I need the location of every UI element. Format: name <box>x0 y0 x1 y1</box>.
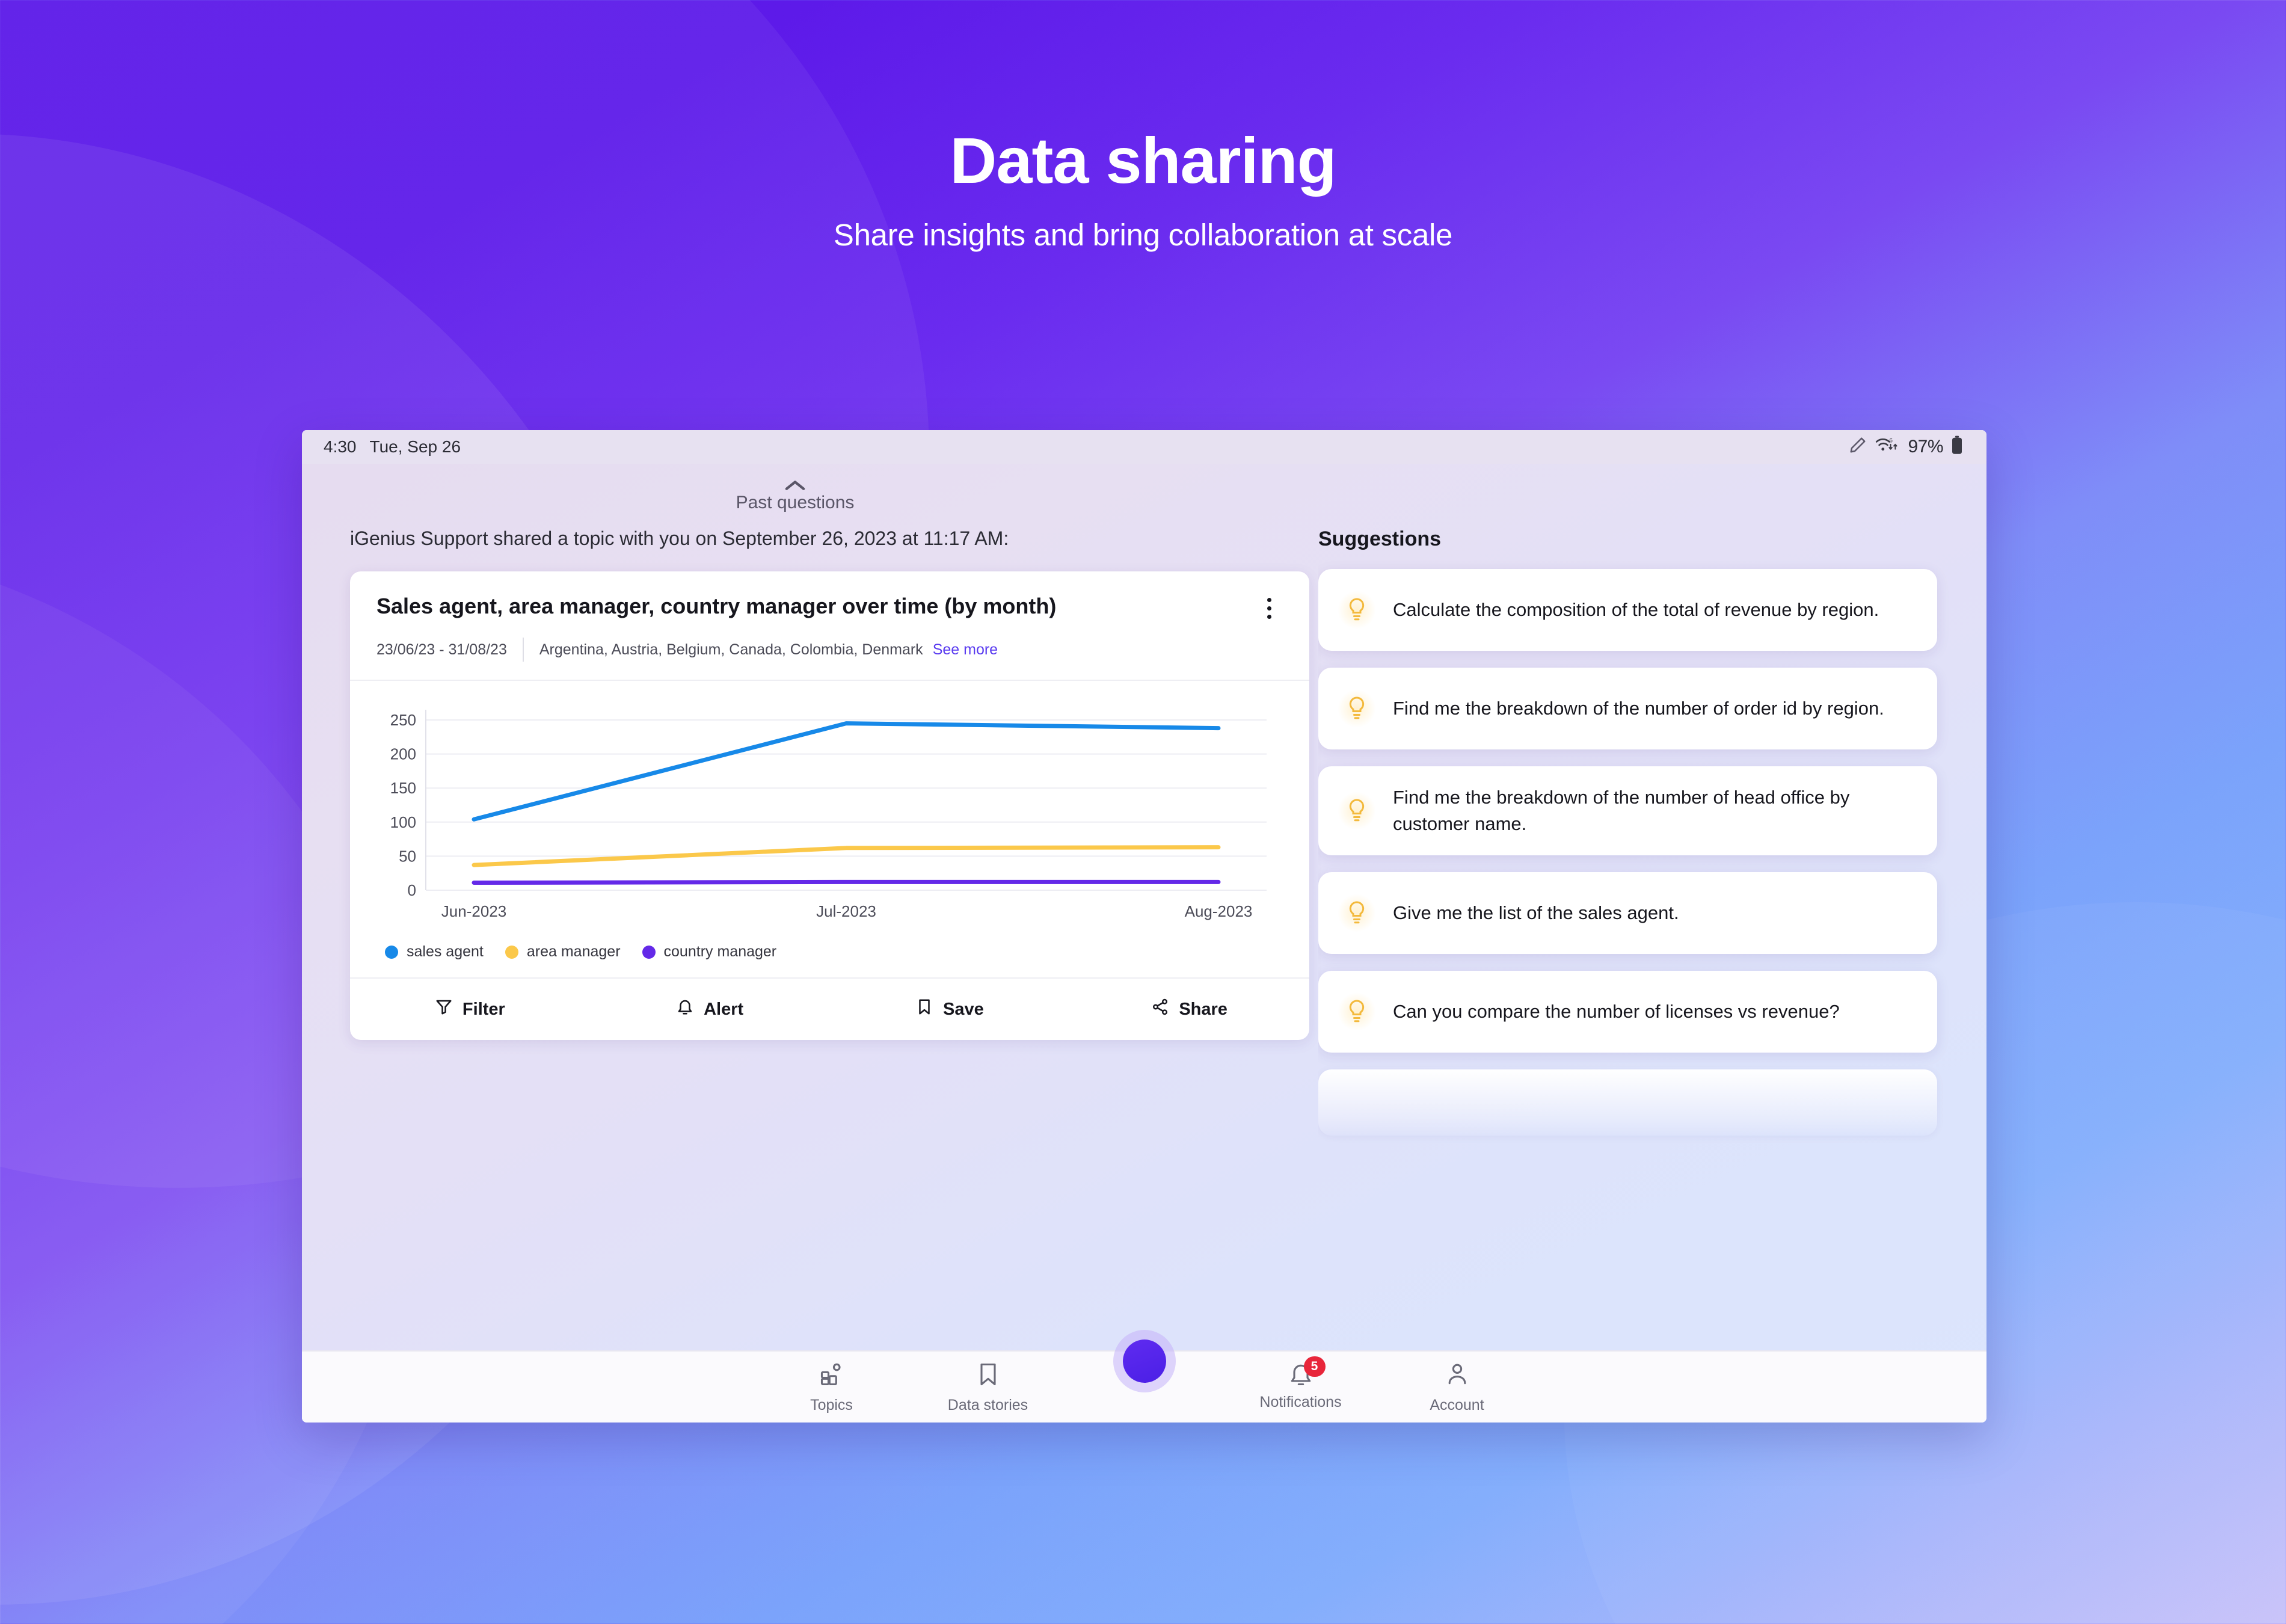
device-screenshot: 4:30 Tue, Sep 26 6 97% Past questions iG… <box>302 430 1986 1423</box>
suggestion-text: Find me the breakdown of the number of o… <box>1393 697 1884 719</box>
bell-icon <box>676 998 694 1021</box>
status-time: 4:30 <box>324 437 357 456</box>
share-label: Share <box>1179 999 1227 1019</box>
svg-text:150: 150 <box>390 779 416 797</box>
share-button[interactable]: Share <box>1069 998 1309 1021</box>
legend-item: area manager <box>505 943 621 961</box>
nav-item-data-stories[interactable]: Data stories <box>910 1361 1066 1413</box>
legend-label: sales agent <box>407 943 484 960</box>
topic-column: iGenius Support shared a topic with you … <box>302 513 1318 1350</box>
battery-icon <box>1952 435 1962 459</box>
suggestion-item[interactable]: Calculate the composition of the total o… <box>1318 569 1937 651</box>
svg-text:Jul-2023: Jul-2023 <box>816 902 876 920</box>
nav-label: Notifications <box>1259 1394 1342 1410</box>
nav-item-account[interactable]: Account <box>1379 1361 1535 1413</box>
chart-plot-area: 0 50 100 150 200 250 Jun-2023 Jul-2023 Aug-2023 <box>350 681 1309 930</box>
person-icon <box>1444 1361 1470 1392</box>
card-action-bar: Filter Alert Save Share <box>350 977 1309 1040</box>
suggestions-title: Suggestions <box>1318 527 1442 550</box>
status-bar: 4:30 Tue, Sep 26 6 97% <box>302 430 1986 464</box>
svg-text:200: 200 <box>390 745 416 763</box>
bookmark-icon <box>975 1361 1001 1392</box>
suggestion-item[interactable]: Find me the breakdown of the number of o… <box>1318 668 1937 749</box>
chevron-up-icon <box>785 481 805 490</box>
kebab-dot <box>1267 606 1271 611</box>
hero-header: Data sharing Share insights and bring co… <box>0 0 2286 253</box>
svg-text:Jun-2023: Jun-2023 <box>441 902 506 920</box>
suggestion-text: Calculate the composition of the total o… <box>1393 598 1879 620</box>
suggestion-text: Can you compare the number of licenses v… <box>1393 1001 1840 1023</box>
save-button[interactable]: Save <box>830 998 1070 1021</box>
svg-text:50: 50 <box>399 847 416 865</box>
notification-badge: 5 <box>1303 1356 1326 1377</box>
card-overflow-menu-button[interactable] <box>1255 594 1283 622</box>
suggestion-item[interactable]: Find me the breakdown of the number of h… <box>1318 766 1937 856</box>
app-content: Past questions iGenius Support shared a … <box>302 464 1986 1423</box>
chart-card-title: Sales agent, area manager, country manag… <box>376 594 1057 618</box>
kebab-dot <box>1267 614 1271 619</box>
svg-text:250: 250 <box>390 711 416 729</box>
share-note: iGenius Support shared a topic with you … <box>350 527 1009 549</box>
legend-swatch-sales-agent <box>385 945 398 959</box>
lightbulb-icon <box>1338 992 1376 1032</box>
nav-label: Data stories <box>947 1397 1028 1413</box>
filter-button[interactable]: Filter <box>350 998 590 1021</box>
chart-card: Sales agent, area manager, country manag… <box>350 571 1309 1040</box>
battery-percent: 97% <box>1908 437 1943 457</box>
filter-label: Filter <box>462 999 505 1019</box>
legend-label: country manager <box>663 943 777 960</box>
legend-swatch-area-manager <box>505 945 518 959</box>
svg-text:0: 0 <box>408 881 416 899</box>
save-label: Save <box>943 999 984 1019</box>
nav-label: Account <box>1430 1397 1484 1413</box>
status-date: Tue, Sep 26 <box>369 437 461 456</box>
legend-label: area manager <box>526 943 621 960</box>
alert-label: Alert <box>704 999 744 1019</box>
chart-legend: sales agent area manager country manager <box>350 930 1309 977</box>
legend-swatch-country-manager <box>642 945 656 959</box>
chart-filter-values[interactable]: Argentina, Austria, Belgium, Canada, Col… <box>539 641 923 659</box>
meta-divider <box>522 638 524 662</box>
bottom-navigation: Topics Data stories 5 Notifications Acco… <box>302 1330 1986 1423</box>
suggestion-text: Give me the list of the sales agent. <box>1393 902 1679 924</box>
suggestions-panel: Suggestions Calculate the composition of… <box>1318 513 1986 1350</box>
wifi6-data-icon: 6 <box>1875 436 1899 458</box>
suggestion-item[interactable]: Can you compare the number of licenses v… <box>1318 971 1937 1053</box>
lightbulb-icon <box>1338 894 1376 933</box>
suggestion-item-partial[interactable] <box>1318 1069 1937 1136</box>
chart-date-range[interactable]: 23/06/23 - 31/08/23 <box>376 641 507 659</box>
share-icon <box>1151 998 1169 1021</box>
topics-grid-icon <box>819 1361 845 1392</box>
svg-text:Aug-2023: Aug-2023 <box>1185 902 1253 920</box>
legend-item: country manager <box>642 943 777 961</box>
filter-icon <box>435 998 453 1021</box>
legend-item: sales agent <box>385 943 484 961</box>
line-chart: 0 50 100 150 200 250 Jun-2023 Jul-2023 Aug-2023 <box>390 710 1267 920</box>
bell-icon: 5 <box>1287 1356 1326 1389</box>
kebab-dot <box>1267 597 1271 602</box>
assistant-fab-button[interactable] <box>1113 1330 1176 1392</box>
past-questions-toggle[interactable]: Past questions <box>302 464 1288 513</box>
page-subtitle: Share insights and bring collaboration a… <box>833 218 1453 253</box>
lightbulb-icon <box>1338 689 1376 728</box>
nav-item-topics[interactable]: Topics <box>754 1361 910 1413</box>
nav-label: Topics <box>810 1397 853 1413</box>
page-title: Data sharing <box>950 124 1336 197</box>
svg-text:6: 6 <box>1890 437 1893 444</box>
alert-button[interactable]: Alert <box>590 998 830 1021</box>
bookmark-icon <box>915 998 933 1021</box>
past-questions-label: Past questions <box>736 493 855 512</box>
suggestion-text: Find me the breakdown of the number of h… <box>1393 787 1850 835</box>
pencil-icon <box>1849 436 1867 458</box>
lightbulb-icon <box>1338 591 1376 629</box>
suggestion-item[interactable]: Give me the list of the sales agent. <box>1318 872 1937 955</box>
nav-item-notifications[interactable]: 5 Notifications <box>1223 1356 1379 1410</box>
svg-text:100: 100 <box>390 813 416 831</box>
see-more-link[interactable]: See more <box>933 641 998 659</box>
lightbulb-icon <box>1338 792 1376 831</box>
